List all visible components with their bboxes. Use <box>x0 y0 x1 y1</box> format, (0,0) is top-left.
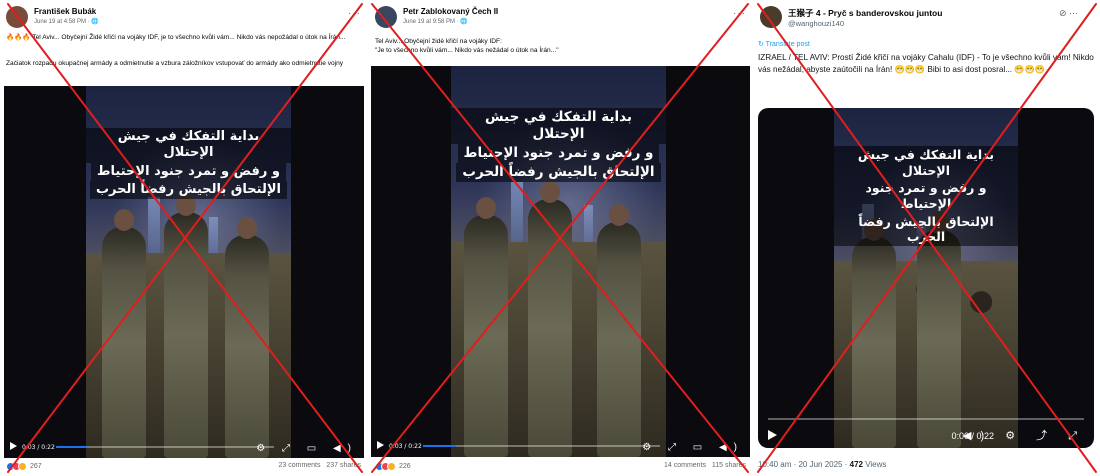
caption-line-1: بداية التفكك في جيش الإحتلال <box>86 128 291 163</box>
more-options-icon[interactable]: ··· <box>733 8 746 19</box>
haha-reaction-icon <box>387 462 396 471</box>
translate-post-link[interactable]: ↻ Translate post <box>758 40 810 48</box>
shares-link[interactable]: 115 shares <box>712 462 746 469</box>
more-options-icon[interactable]: ··· <box>348 8 361 19</box>
progress-fill <box>423 445 457 447</box>
volume-settings-share-fullscreen-icons[interactable]: ◀) ⚙ ⤴ ⤢ <box>963 427 1086 443</box>
video-controls: 0:03 / 0:22 ⚙ ⤢ ▭ ◀) <box>4 436 364 458</box>
post-text-line-1: Tel Aviv... Obyčejní židé křičí na voják… <box>375 38 502 45</box>
post-date[interactable]: 10:40 am · 20 Jun 2025 · <box>758 460 850 469</box>
video-caption: بداية التفكك في جيش الإحتلال و رفض و تمر… <box>834 146 1018 246</box>
facebook-post-2: Petr Zablokovaný Čech II June 19 at 9:58… <box>369 0 752 476</box>
reactions[interactable]: 226 <box>375 462 411 471</box>
author-name[interactable]: František Bubák <box>34 7 96 16</box>
post-text-line-1: 🔥🔥🔥 Tel Aviv... Obyčejní Židé křičí na v… <box>6 34 346 41</box>
settings-fullscreen-volume-icons[interactable]: ⚙ ⤢ ▭ ◀) <box>642 442 744 453</box>
post-header: Petr Zablokovaný Čech II June 19 at 9:58… <box>375 6 746 34</box>
post-header: František Bubák June 19 at 4:58 PM · 🌐 ·… <box>6 6 361 34</box>
caption-line-3: الإلتحاق بالجيش رفضاً الحرب <box>89 180 287 199</box>
progress-bar[interactable] <box>56 446 274 448</box>
caption-line-1: بداية التفكك في جيش الإحتلال <box>451 108 666 144</box>
author-name[interactable]: Petr Zablokovaný Čech II <box>403 7 498 16</box>
comment-share-stats: 14 comments 115 shares <box>664 462 746 469</box>
post-text-line-2: Začiatok rozpadu okupačnej armády a odmi… <box>6 60 344 67</box>
caption-line-3: الإلتحاق بالجيش رفضاً الحرب <box>456 162 661 182</box>
video-time: 0:03 / 0:22 <box>22 444 55 451</box>
avatar[interactable] <box>375 6 397 28</box>
author-name[interactable]: 王猴子 4 - Pryč s banderovskou juntou <box>788 7 942 19</box>
author-handle[interactable]: @wanghouzi140 <box>788 19 844 28</box>
post-text: IZRAEL / TEL AVIV: Prostí Židé křičí na … <box>758 53 1094 74</box>
reaction-count: 226 <box>399 463 411 470</box>
progress-bar[interactable] <box>423 445 660 447</box>
avatar[interactable] <box>760 6 782 28</box>
shares-link[interactable]: 237 shares <box>326 462 361 469</box>
video-frame: بداية التفكك في جيش الإحتلال و رفض و تمر… <box>86 86 291 458</box>
post-text-line-2: "Je to všechno kvůli vám... Nikdo vás ne… <box>375 47 559 54</box>
post-meta-footer: 10:40 am · 20 Jun 2025 · 472 Views <box>758 460 886 469</box>
caption-line-2: و رفض و تمرد جنود الإحتياط <box>457 143 660 163</box>
post-footer: 267 23 comments 237 shares <box>6 462 361 474</box>
play-icon[interactable] <box>768 430 777 440</box>
post-timestamp[interactable]: June 19 at 9:58 PM · 🌐 <box>403 18 468 25</box>
avatar[interactable] <box>6 6 28 28</box>
post-footer: 226 14 comments 115 shares <box>375 462 746 474</box>
x-post: 王猴子 4 - Pryč s banderovskou juntou @wang… <box>754 0 1100 476</box>
caption-line-3: الإلتحاق بالجيش رفضاً الحرب <box>834 212 1018 246</box>
progress-fill <box>56 446 87 448</box>
facebook-post-1: František Bubák June 19 at 4:58 PM · 🌐 ·… <box>0 0 367 476</box>
video-controls: 0:03 / 0:22 ⚙ ⤢ ▭ ◀) <box>371 435 750 457</box>
haha-reaction-icon <box>18 462 27 471</box>
reactions[interactable]: 267 <box>6 462 42 471</box>
progress-bar[interactable] <box>768 418 1084 420</box>
views-label: Views <box>862 460 887 469</box>
caption-line-2: و رفض و تمرد جنود الإحتياط <box>91 162 286 181</box>
comments-link[interactable]: 14 comments <box>664 462 706 469</box>
caption-line-2: و رفض و تمرد جنود الإحتياط <box>834 179 1018 213</box>
post-timestamp[interactable]: June 19 at 4:58 PM · 🌐 <box>34 18 99 25</box>
video-player[interactable]: بداية التفكك في جيش الإحتلال و رفض و تمر… <box>4 86 364 458</box>
caption-line-1: بداية التفكك في جيش الإحتلال <box>834 146 1018 180</box>
video-controls: 0:00 / 0:22 ◀) ⚙ ⤴ ⤢ <box>758 418 1094 448</box>
video-frame: بداية التفكك في جيش الإحتلال و رفض و تمر… <box>451 66 666 457</box>
play-icon[interactable] <box>10 442 17 450</box>
views-count: 472 <box>849 460 863 469</box>
comments-link[interactable]: 23 comments <box>278 462 320 469</box>
video-frame: بداية التفكك في جيش الإحتلال و رفض و تمر… <box>834 108 1018 448</box>
settings-fullscreen-volume-icons[interactable]: ⚙ ⤢ ▭ ◀) <box>256 443 358 454</box>
video-player[interactable]: بداية التفكك في جيش الإحتلال و رفض و تمر… <box>758 108 1094 448</box>
post-header: 王猴子 4 - Pryč s banderovskou juntou @wang… <box>760 6 1094 34</box>
video-player[interactable]: بداية التفكك في جيش الإحتلال و رفض و تمر… <box>371 66 750 457</box>
grok-and-more-icon[interactable]: ⊘ ··· <box>1059 8 1078 19</box>
comment-share-stats: 23 comments 237 shares <box>278 462 361 469</box>
video-caption: بداية التفكك في جيش الإحتلال و رفض و تمر… <box>451 108 666 182</box>
play-icon[interactable] <box>377 441 384 449</box>
video-caption: بداية التفكك في جيش الإحتلال و رفض و تمر… <box>86 128 291 199</box>
reaction-count: 267 <box>30 463 42 470</box>
video-time: 0:03 / 0:22 <box>389 443 422 450</box>
